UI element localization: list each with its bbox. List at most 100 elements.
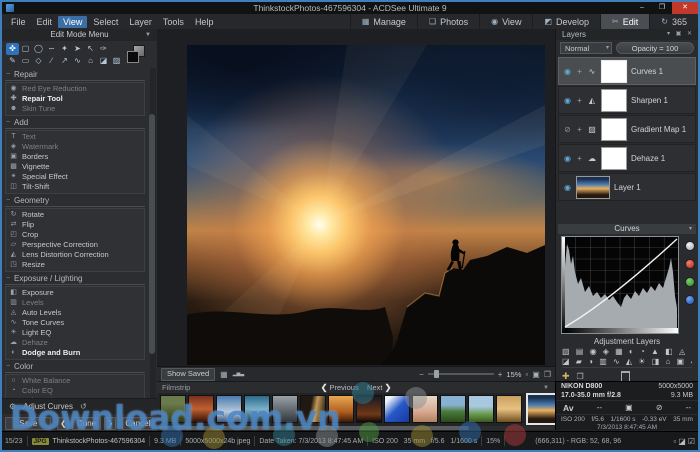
filmstrip-thumbnail[interactable] bbox=[160, 395, 186, 423]
item-text[interactable]: TText bbox=[9, 132, 144, 142]
section-repair[interactable]: −Repair bbox=[5, 70, 145, 81]
zoom-slider[interactable] bbox=[428, 373, 494, 375]
fit-image-button[interactable]: ▣ bbox=[532, 370, 540, 379]
eraser-tool[interactable]: ◪ bbox=[97, 55, 110, 67]
layer-mask-thumbnail[interactable] bbox=[601, 147, 627, 170]
item-white-balance[interactable]: ○White Balance bbox=[9, 376, 144, 386]
visibility-eye-icon[interactable]: ◉ bbox=[563, 96, 572, 105]
save-button[interactable]: Save bbox=[5, 417, 51, 430]
layer-row-curves[interactable]: ◉ + ∿ Curves 1 bbox=[558, 57, 696, 85]
layer-row-sharpen[interactable]: ◉ + ◭ Sharpen 1 bbox=[558, 86, 696, 114]
item-light-eq[interactable]: ☀Light EQ bbox=[9, 328, 144, 338]
layer-row-image[interactable]: ◉ Layer 1 bbox=[558, 173, 696, 201]
item-dehaze[interactable]: ☁Dehaze bbox=[9, 338, 144, 348]
eyedropper-tool[interactable]: ✑ bbox=[97, 43, 110, 55]
item-red-eye-reduction[interactable]: ◉Red Eye Reduction bbox=[9, 84, 144, 94]
channel-rgb-button[interactable] bbox=[685, 241, 695, 251]
status-icon-2[interactable]: ◪ bbox=[678, 437, 686, 446]
item-watermark[interactable]: ◈Watermark bbox=[9, 142, 144, 152]
item-color-eq[interactable]: ◔Color EQ bbox=[9, 386, 144, 396]
layer-mask-thumbnail[interactable] bbox=[601, 60, 627, 83]
tab-365[interactable]: ↻365 bbox=[649, 14, 698, 29]
filmstrip-thumbnail[interactable] bbox=[188, 395, 214, 423]
rectangle-tool[interactable]: ▭ bbox=[19, 55, 32, 67]
next-image-button[interactable]: ❯ bbox=[104, 417, 116, 430]
item-levels[interactable]: ▥Levels bbox=[9, 298, 144, 308]
previous-button[interactable]: Previous bbox=[330, 383, 359, 392]
adjustment-icons-row-1[interactable]: ▧ ▤ ◉ ◈ ▦ ◐ ◔ ▲ ◧ ◬ ▨ bbox=[562, 347, 692, 356]
menu-layer[interactable]: Layer bbox=[124, 16, 157, 28]
adjustment-icons-row-2[interactable]: ◪ ▰ ◑ ▥ ∿ ◭ ☀ ◨ ⌂ ▣ ◒ bbox=[562, 357, 692, 366]
tool-settings-icon[interactable]: ⚙ bbox=[9, 402, 16, 411]
next-arrow-icon[interactable]: ❯ bbox=[385, 383, 392, 392]
menu-file[interactable]: File bbox=[6, 16, 31, 28]
menu-select[interactable]: Select bbox=[88, 16, 123, 28]
selection-brush-tool[interactable]: ➤ bbox=[71, 43, 84, 55]
zoom-level[interactable]: 15% bbox=[506, 370, 521, 379]
section-exposure-lighting[interactable]: −Exposure / Lighting bbox=[5, 274, 145, 285]
layer-row-gradient-map[interactable]: ⊘ + ▨ Gradient Map 1 bbox=[558, 115, 696, 143]
channel-red-button[interactable] bbox=[685, 259, 695, 269]
pencil-tool[interactable]: ✎ bbox=[6, 55, 19, 67]
filmstrip-thumbnail-selected[interactable] bbox=[526, 393, 555, 425]
foreground-color-swatch[interactable] bbox=[127, 51, 139, 63]
show-saved-button[interactable]: Show Saved bbox=[161, 368, 215, 381]
delete-layer-icon[interactable] bbox=[621, 371, 630, 382]
visibility-eye-icon[interactable]: ◉ bbox=[563, 183, 572, 192]
item-resize[interactable]: ◳Resize bbox=[9, 260, 144, 270]
opacity-control[interactable]: Opacity = 100 bbox=[616, 42, 694, 54]
section-color[interactable]: −Color bbox=[5, 362, 145, 373]
image-layer-thumbnail[interactable] bbox=[576, 176, 610, 199]
filmstrip-thumbnail[interactable] bbox=[384, 395, 410, 423]
tab-view[interactable]: ◉View bbox=[479, 14, 532, 29]
layer-row-dehaze[interactable]: ◉ + ☁ Dehaze 1 bbox=[558, 144, 696, 172]
filmstrip-thumbnail[interactable] bbox=[216, 395, 242, 423]
done-button[interactable]: Done bbox=[72, 417, 101, 430]
item-tone-curves[interactable]: ∿Tone Curves bbox=[9, 318, 144, 328]
pointer-tool[interactable]: ↖ bbox=[84, 43, 97, 55]
group-layer-icon[interactable]: ❐ bbox=[577, 372, 584, 381]
item-vignette[interactable]: ▩Vignette bbox=[9, 162, 144, 172]
scrollbar-thumb[interactable] bbox=[149, 114, 155, 354]
filmstrip-thumbnail[interactable] bbox=[412, 395, 438, 423]
tab-edit[interactable]: ✂Edit bbox=[600, 14, 649, 29]
item-perspective-correction[interactable]: ▱Perspective Correction bbox=[9, 240, 144, 250]
marquee-select-tool[interactable]: ▢ bbox=[19, 43, 32, 55]
close-button[interactable]: ✕ bbox=[672, 2, 698, 14]
filmstrip-thumbnail[interactable] bbox=[300, 395, 326, 423]
arrow-tool[interactable]: ↗ bbox=[58, 55, 71, 67]
next-button[interactable]: Next bbox=[367, 383, 382, 392]
actual-size-button[interactable]: ▫ bbox=[525, 370, 528, 379]
menu-edit[interactable]: Edit bbox=[32, 16, 58, 28]
item-crop[interactable]: ◰Crop bbox=[9, 230, 144, 240]
filmstrip-scrollbar[interactable] bbox=[157, 426, 555, 430]
compare-button[interactable]: ❐ bbox=[544, 370, 551, 379]
color-swatches[interactable] bbox=[127, 45, 145, 63]
menu-help[interactable]: Help bbox=[190, 16, 219, 28]
item-dodge-and-burn[interactable]: ◐Dodge and Burn bbox=[9, 348, 144, 358]
ellipse-tool[interactable]: ◇ bbox=[32, 55, 45, 67]
photo-canvas[interactable] bbox=[187, 45, 545, 365]
maximize-button[interactable]: ❐ bbox=[652, 2, 672, 14]
polygon-tool[interactable]: ⌂ bbox=[84, 55, 97, 67]
zoom-out-button[interactable]: − bbox=[419, 370, 424, 379]
item-lens-distortion-correction[interactable]: ◭Lens Distortion Correction bbox=[9, 250, 144, 260]
add-layer-icon[interactable]: ✚ bbox=[562, 371, 570, 382]
item-skin-tune[interactable]: ☻Skin Tune bbox=[9, 104, 144, 114]
item-special-effect[interactable]: ✴Special Effect bbox=[9, 172, 144, 182]
ellipse-select-tool[interactable]: ◯ bbox=[32, 43, 45, 55]
menu-view[interactable]: View bbox=[58, 16, 87, 28]
grid-view-icon[interactable]: ▦ bbox=[220, 370, 228, 379]
sidebar-scrollbar[interactable] bbox=[150, 68, 156, 398]
visibility-eye-off-icon[interactable]: ⊘ bbox=[563, 125, 572, 134]
filmstrip-thumbnail[interactable] bbox=[440, 395, 466, 423]
minimize-button[interactable]: – bbox=[632, 2, 652, 14]
channel-green-button[interactable] bbox=[685, 277, 695, 287]
section-geometry[interactable]: −Geometry bbox=[5, 196, 145, 207]
status-icon-3[interactable]: ☑ bbox=[688, 437, 695, 446]
filmstrip-scrollbar-thumb[interactable] bbox=[159, 426, 469, 430]
filmstrip-thumbnail[interactable] bbox=[468, 395, 494, 423]
panel-header-icons[interactable]: ▾ ▣ ✕ bbox=[667, 29, 694, 40]
filmstrip-thumbnail[interactable] bbox=[244, 395, 270, 423]
item-tilt-shift[interactable]: ◫Tilt-Shift bbox=[9, 182, 144, 192]
